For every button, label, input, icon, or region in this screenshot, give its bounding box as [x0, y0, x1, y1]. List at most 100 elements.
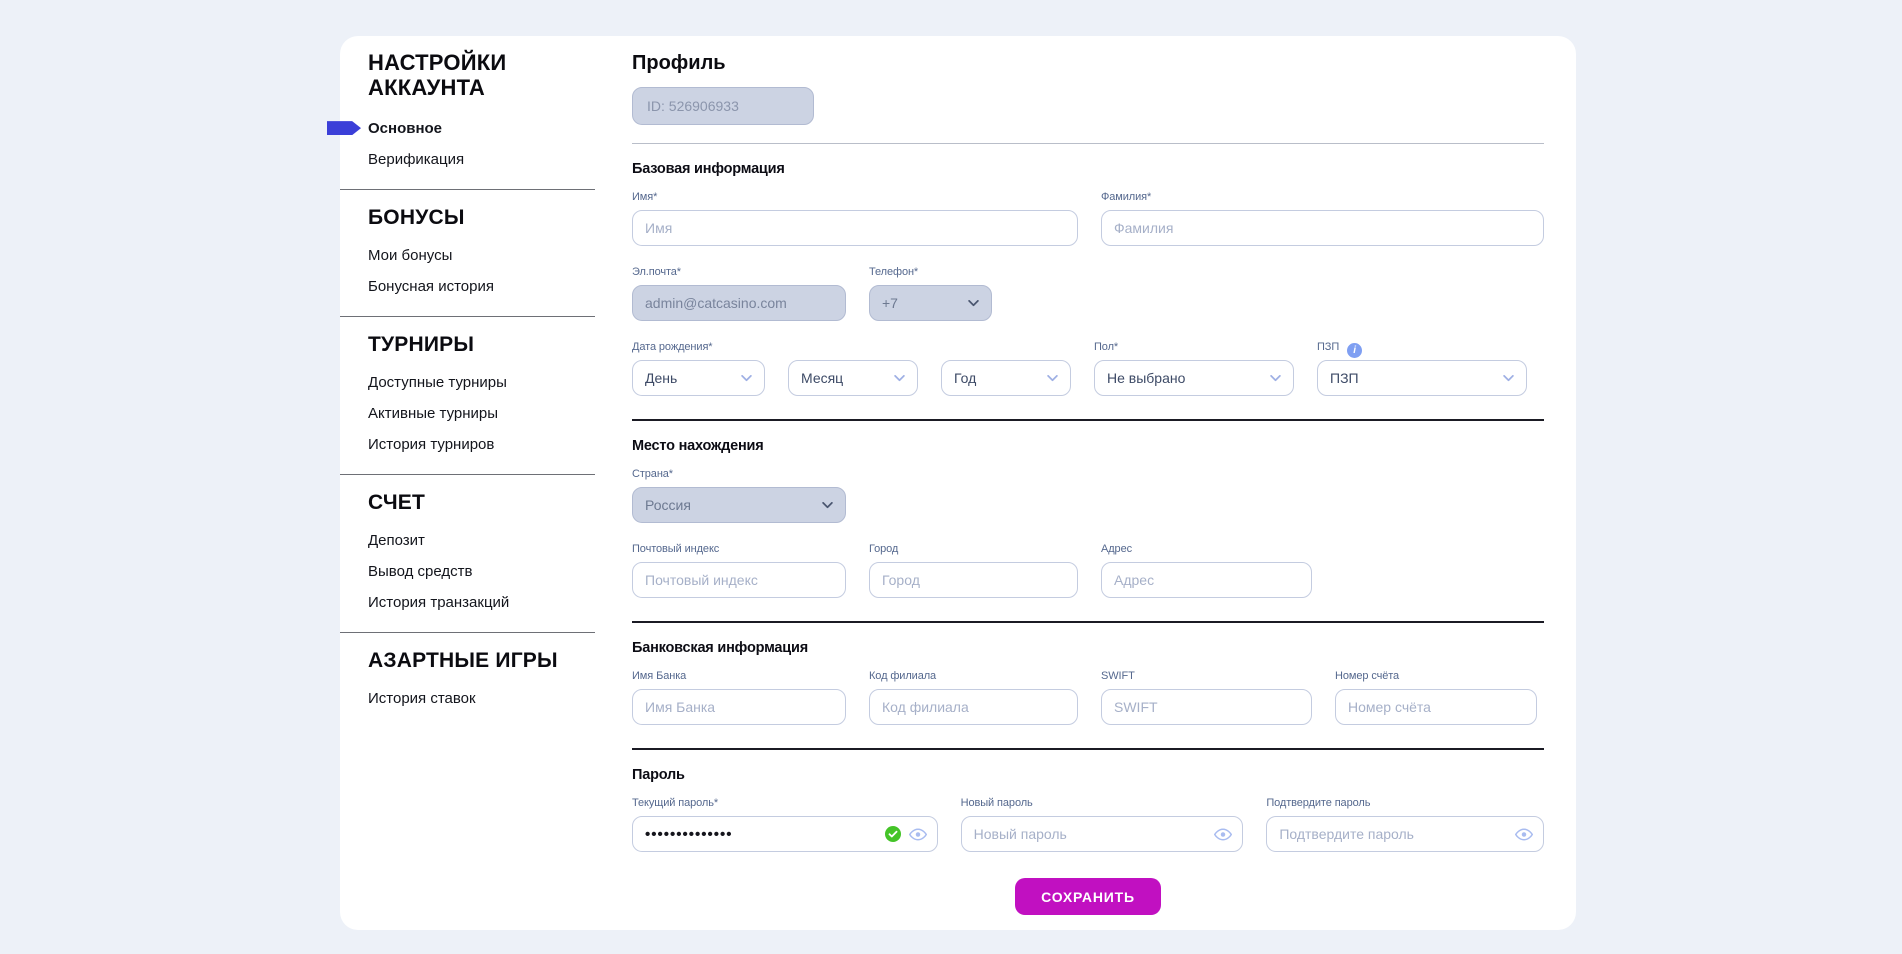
birth-day-value: День: [645, 370, 677, 386]
swift-field: SWIFT: [1101, 670, 1312, 725]
eye-icon[interactable]: [909, 828, 927, 841]
account-number-label: Номер счёта: [1335, 670, 1537, 683]
chevron-down-icon: [1503, 375, 1514, 382]
bank-name-input[interactable]: [632, 689, 846, 725]
pep-select[interactable]: ПЗП: [1317, 360, 1527, 396]
password-heading: Пароль: [632, 767, 1544, 783]
sidebar-divider: [340, 189, 595, 190]
sidebar-item-available-tournaments[interactable]: Доступные турниры: [368, 367, 618, 398]
pep-field: ПЗП i ПЗП: [1317, 341, 1527, 396]
birth-year-select[interactable]: Год: [941, 360, 1071, 396]
sidebar-item-label: История ставок: [368, 690, 476, 707]
last-name-label: Фамилия*: [1101, 191, 1544, 204]
birth-month-select[interactable]: Месяц: [788, 360, 918, 396]
postal-code-input[interactable]: [632, 562, 846, 598]
birth-day-field: Дата рождения* День: [632, 341, 765, 396]
country-select: Россия: [632, 487, 846, 523]
sidebar-item-tournament-history[interactable]: История турниров: [368, 429, 618, 460]
sidebar-title: НАСТРОЙКИ АККАУНТА: [368, 50, 558, 101]
birth-year-field: Год: [941, 341, 1071, 396]
sidebar-item-label: Вывод средств: [368, 563, 472, 580]
city-input[interactable]: [869, 562, 1078, 598]
user-id-field: [632, 87, 814, 125]
city-field: Город: [869, 543, 1078, 598]
sidebar-group-gambling: АЗАРТНЫЕ ИГРЫ: [368, 649, 618, 673]
sidebar-item-verification[interactable]: Верификация: [368, 144, 618, 175]
country-label: Страна*: [632, 468, 846, 481]
new-password-input[interactable]: [974, 826, 1207, 843]
country-value: Россия: [645, 497, 691, 513]
eye-icon[interactable]: [1214, 828, 1232, 841]
chevron-down-icon: [1270, 375, 1281, 382]
email-label: Эл.почта*: [632, 266, 846, 279]
address-field: Адрес: [1101, 543, 1312, 598]
sidebar-group-bonuses: БОНУСЫ: [368, 206, 618, 230]
sidebar: НАСТРОЙКИ АККАУНТА Основное Верификация …: [368, 50, 618, 714]
sidebar-item-my-bonuses[interactable]: Мои бонусы: [368, 240, 618, 271]
sidebar-group-account: СЧЕТ: [368, 491, 618, 515]
account-number-input[interactable]: [1335, 689, 1537, 725]
sidebar-item-withdrawal[interactable]: Вывод средств: [368, 556, 618, 587]
sidebar-item-label: Активные турниры: [368, 405, 498, 422]
sidebar-group-tournaments: ТУРНИРЫ: [368, 333, 618, 357]
swift-input[interactable]: [1101, 689, 1312, 725]
sidebar-item-label: Доступные турниры: [368, 374, 507, 391]
last-name-input[interactable]: [1101, 210, 1544, 246]
sidebar-item-bonus-history[interactable]: Бонусная история: [368, 271, 618, 302]
page-title: Профиль: [632, 52, 1544, 75]
confirm-password-field: Подтвердите пароль: [1266, 797, 1544, 852]
chevron-down-icon: [741, 375, 752, 382]
first-name-input[interactable]: [632, 210, 1078, 246]
valid-check-icon: [885, 826, 901, 842]
sidebar-item-label: Основное: [368, 120, 442, 137]
phone-code-select: +7: [869, 285, 992, 321]
bank-name-field: Имя Банка: [632, 670, 846, 725]
chevron-down-icon: [822, 502, 833, 509]
sidebar-item-transaction-history[interactable]: История транзакций: [368, 587, 618, 618]
profile-form: Профиль Базовая информация Имя* Фамилия*…: [632, 52, 1544, 915]
sidebar-item-label: История турниров: [368, 436, 494, 453]
country-field: Страна* Россия: [632, 468, 846, 523]
branch-code-input[interactable]: [869, 689, 1078, 725]
birth-year-value: Год: [954, 370, 976, 386]
phone-code-value: +7: [882, 295, 898, 311]
sidebar-item-main[interactable]: Основное: [368, 113, 618, 144]
sidebar-item-active-tournaments[interactable]: Активные турниры: [368, 398, 618, 429]
address-input[interactable]: [1101, 562, 1312, 598]
address-label: Адрес: [1101, 543, 1312, 556]
birth-day-select[interactable]: День: [632, 360, 765, 396]
eye-icon[interactable]: [1515, 828, 1533, 841]
chevron-down-icon: [894, 375, 905, 382]
sidebar-item-deposit[interactable]: Депозит: [368, 525, 618, 556]
sidebar-item-label: Мои бонусы: [368, 247, 452, 264]
gender-label: Пол*: [1094, 341, 1294, 354]
current-password-input[interactable]: [645, 826, 877, 843]
sidebar-item-label: Депозит: [368, 532, 425, 549]
birth-month-value: Месяц: [801, 370, 843, 386]
chevron-down-icon: [1047, 375, 1058, 382]
postal-code-label: Почтовый индекс: [632, 543, 846, 556]
bank-info-heading: Банковская информация: [632, 640, 1544, 656]
sidebar-divider: [340, 474, 595, 475]
confirm-password-label: Подтвердите пароль: [1266, 797, 1544, 810]
sidebar-item-bet-history[interactable]: История ставок: [368, 683, 618, 714]
branch-code-label: Код филиала: [869, 670, 1078, 683]
current-password-field: Текущий пароль*: [632, 797, 938, 852]
info-icon[interactable]: i: [1347, 343, 1362, 358]
pep-label: ПЗП: [1317, 341, 1339, 353]
section-divider: [632, 419, 1544, 421]
save-button[interactable]: СОХРАНИТЬ: [1015, 878, 1161, 915]
current-password-label: Текущий пароль*: [632, 797, 938, 810]
last-name-field: Фамилия*: [1101, 191, 1544, 246]
gender-select[interactable]: Не выбрано: [1094, 360, 1294, 396]
postal-code-field: Почтовый индекс: [632, 543, 846, 598]
confirm-password-input[interactable]: [1279, 826, 1507, 843]
bank-name-label: Имя Банка: [632, 670, 846, 683]
new-password-field: Новый пароль: [961, 797, 1244, 852]
sidebar-item-label: Верификация: [368, 151, 464, 168]
chevron-down-icon: [968, 300, 979, 307]
section-divider: [632, 621, 1544, 623]
city-label: Город: [869, 543, 1078, 556]
account-number-field: Номер счёта: [1335, 670, 1537, 725]
sidebar-item-label: Бонусная история: [368, 278, 494, 295]
